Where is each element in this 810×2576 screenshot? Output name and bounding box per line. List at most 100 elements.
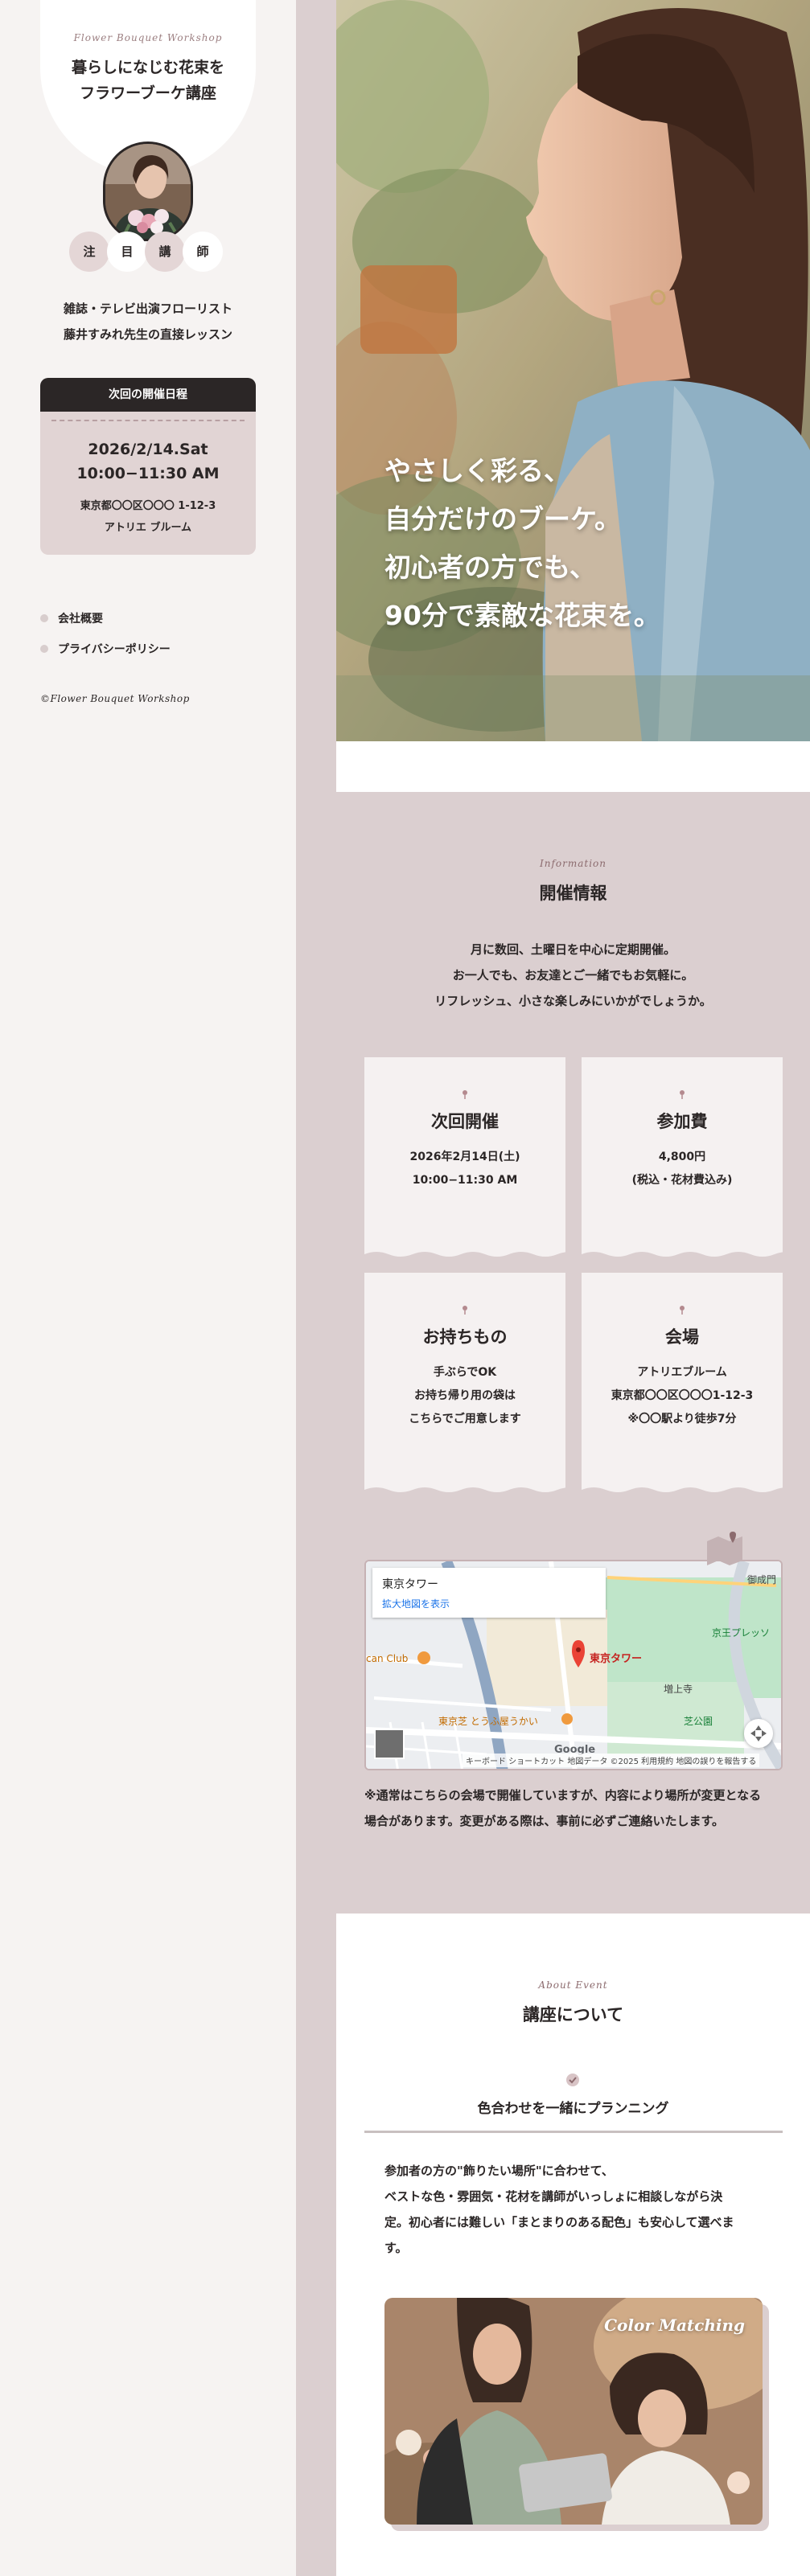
hero-line: 自分だけのブーケ。 (384, 503, 622, 535)
card-line: 10:00−11:30 AM (412, 1174, 518, 1187)
next-event-date: 2026/2/14.Sat (88, 441, 208, 458)
map-layer-thumbnail[interactable] (374, 1729, 405, 1759)
crosshair-icon (750, 1725, 767, 1741)
nav-item-label: 会社概要 (58, 613, 103, 626)
hero-line: やさしく彩る、 (384, 455, 570, 486)
map-label: 増上寺 (664, 1684, 693, 1695)
pin-icon (680, 1306, 685, 1315)
map-label: 芝公園 (684, 1716, 713, 1727)
feature-chips: 注 目 講 師 (69, 232, 230, 273)
map-enlarge-link[interactable]: 拡大地図を表示 (382, 1597, 596, 1610)
brand-title-line: 暮らしになじむ花束を (71, 59, 224, 76)
pin-icon (463, 1306, 467, 1315)
info-card-venue: 会場 アトリエブルーム 東京都〇〇区〇〇〇1-12-3 ※〇〇駅より徒歩7分 (582, 1273, 783, 1495)
card-body: 手ぶらでOK お持ち帰り用の袋は こちらでご用意します (364, 1361, 565, 1431)
map-label: 御成門 (747, 1574, 777, 1585)
info-card-next-date: 次回開催 2026年2月14日(土) 10:00−11:30 AM (364, 1057, 565, 1259)
color-matching-photo: Color Matching (384, 2298, 763, 2525)
lead-line: 月に数回、土曜日を中心に定期開催。 (470, 942, 676, 957)
hero-copy: やさしく彩る、 自分だけのブーケ。 初心者の方でも、 90分で素敵な花束を。 (384, 447, 660, 640)
section-title: 開催情報 (539, 884, 607, 903)
info-card-fee: 参加費 4,800円 (税込・花材費込み) (582, 1057, 783, 1259)
about-section: About Event 講座について 色合わせを一緒にプランニング 参加者の方の… (336, 1914, 810, 2576)
section-title: 講座について (522, 2005, 624, 2024)
card-body: アトリエブルーム 東京都〇〇区〇〇〇1-12-3 ※〇〇駅より徒歩7分 (582, 1361, 783, 1431)
wave-divider (582, 1487, 783, 1495)
card-title: お持ちもの (422, 1327, 508, 1347)
sidebar-nav: 会社概要 プライバシーポリシー (40, 603, 171, 664)
information-lead: 月に数回、土曜日を中心に定期開催。 お一人でも、お友達とご一緒でもお気軽に。 リ… (336, 937, 810, 1014)
info-card-belongings: お持ちもの 手ぶらでOK お持ち帰り用の袋は こちらでご用意します (364, 1273, 565, 1495)
section-en-label: Information (539, 858, 607, 869)
body-line: ベストな色・雰囲気・花材を講師がいっしょに相談しながら決 (384, 2189, 723, 2204)
map-info-card: 東京タワー 拡大地図を表示 (372, 1568, 606, 1618)
nav-item-label: プライバシーポリシー (58, 643, 171, 656)
sidebar: Flower Bouquet Workshop 暮らしになじむ花束を フラワーブ… (0, 0, 296, 2576)
nav-item-company[interactable]: 会社概要 (40, 603, 171, 634)
card-line: アトリエブルーム (637, 1366, 727, 1379)
hero: やさしく彩る、 自分だけのブーケ。 初心者の方でも、 90分で素敵な花束を。 (336, 0, 810, 741)
venue-change-note: ※通常はこちらの会場で開催していますが、内容により場所が変更となる 場合がありま… (364, 1782, 791, 1834)
brand-title: 暮らしになじむ花束を フラワーブーケ講座 (40, 55, 256, 106)
lead-line: お一人でも、お友達とご一緒でもお気軽に。 (452, 968, 694, 982)
information-section: Information 開催情報 月に数回、土曜日を中心に定期開催。 お一人でも… (336, 792, 810, 1914)
card-line: 4,800円 (658, 1151, 706, 1163)
next-event-box: 次回の開催日程 2026/2/14.Sat 10:00−11:30 AM 東京都… (40, 378, 256, 555)
check-badge-icon (566, 2074, 579, 2086)
venue-line: アトリエ ブルーム (104, 522, 192, 534)
instructor-avatar (103, 142, 193, 241)
feature-title: 色合わせを一緒にプランニング (477, 2101, 669, 2117)
card-title: 会場 (665, 1327, 699, 1347)
lead-line: 藤井すみれ先生の直接レッスン (63, 327, 232, 342)
bullet-icon (40, 645, 48, 653)
section-en-label: About Event (538, 1979, 608, 1991)
nav-item-privacy[interactable]: プライバシーポリシー (40, 634, 171, 664)
main-content: やさしく彩る、 自分だけのブーケ。 初心者の方でも、 90分で素敵な花束を。 I… (336, 0, 810, 2576)
card-line: 手ぶらでOK (433, 1366, 497, 1379)
info-cards: 次回開催 2026年2月14日(土) 10:00−11:30 AM 参加費 4,… (364, 1057, 783, 1507)
card-line: 2026年2月14日(土) (409, 1151, 520, 1163)
note-line: ※通常はこちらの会場で開催していますが、内容により場所が変更となる (364, 1788, 762, 1803)
wave-divider (364, 1487, 565, 1495)
body-line: す。 (384, 2241, 408, 2255)
bullet-icon (40, 614, 48, 622)
chip: 講 (145, 232, 185, 272)
dashed-divider (51, 420, 245, 421)
chip: 注 (69, 232, 109, 272)
card-line: 東京都〇〇区〇〇〇1-12-3 (611, 1389, 754, 1402)
map-label: 京王プレッソ (712, 1627, 771, 1639)
photo-tag: Color Matching (604, 2316, 745, 2335)
hero-line: 初心者の方でも、 (384, 552, 597, 583)
wave-divider (582, 1252, 783, 1259)
brand-title-line: フラワーブーケ講座 (80, 84, 216, 102)
card-title: 参加費 (656, 1112, 708, 1131)
feature-body: 参加者の方の"飾りたい場所"に合わせて、 ベストな色・雰囲気・花材を講師がいっし… (384, 2158, 763, 2261)
card-body: 4,800円 (税込・花材費込み) (582, 1146, 783, 1192)
chip: 師 (183, 232, 223, 272)
brand-en-title: Flower Bouquet Workshop (73, 32, 223, 43)
map-place-title: 東京タワー (382, 1578, 438, 1591)
map-recenter-button[interactable] (744, 1719, 773, 1748)
venue-map[interactable]: 東京タワー 拡大地図を表示 東京タワー 御成門 京王プレッソ 増上寺 芝公園 東… (364, 1560, 783, 1770)
instructor-lead: 雑誌・テレビ出演フローリスト 藤井すみれ先生の直接レッスン (40, 296, 256, 347)
copyright: ©Flower Bouquet Workshop (40, 693, 190, 704)
hero-line: 90分で素敵な花束を。 (384, 600, 660, 631)
pin-icon (680, 1090, 685, 1099)
map-fold-icon (707, 1532, 742, 1565)
address-line: 東京都〇〇区〇〇〇 1-12-3 (80, 500, 216, 512)
chip: 目 (107, 232, 147, 272)
note-line: 場合があります。変更がある際は、事前に必ずご連絡いたします。 (364, 1814, 725, 1828)
lead-line: リフレッシュ、小さな楽しみにいかがでしょうか。 (434, 994, 712, 1008)
map-label: can Club (366, 1653, 409, 1664)
card-body: 2026年2月14日(土) 10:00−11:30 AM (364, 1146, 565, 1192)
map-footer: キーボード ショートカット 地図データ ©2025 利用規約 地図の誤りを報告す… (463, 1754, 760, 1767)
map-marker-label: 東京タワー (590, 1653, 643, 1665)
pin-icon (463, 1090, 467, 1099)
card-line: ※〇〇駅より徒歩7分 (627, 1413, 737, 1425)
next-event-time: 10:00−11:30 AM (76, 465, 220, 482)
map-label: 東京芝 とうふ屋うかい (438, 1716, 538, 1727)
next-event-address: 東京都〇〇区〇〇〇 1-12-3 アトリエ ブルーム (40, 495, 256, 539)
card-line: こちらでご用意します (409, 1413, 521, 1425)
lead-line: 雑誌・テレビ出演フローリスト (63, 301, 232, 316)
wave-divider (364, 1252, 565, 1259)
